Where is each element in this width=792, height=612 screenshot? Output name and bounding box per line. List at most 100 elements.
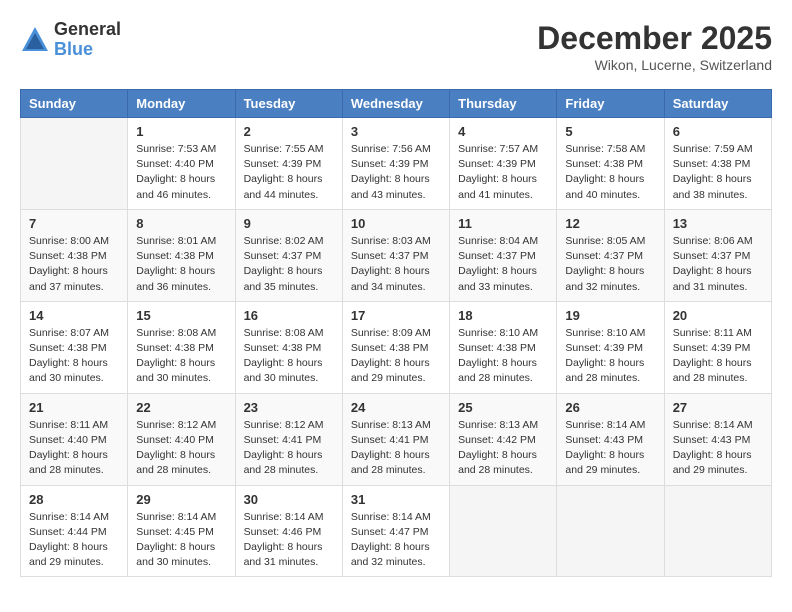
- day-number: 23: [244, 400, 334, 415]
- day-number: 25: [458, 400, 548, 415]
- calendar-week-row: 28 Sunrise: 8:14 AMSunset: 4:44 PMDayligh…: [21, 485, 772, 577]
- calendar-week-row: 14Sunrise: 8:07 AMSunset: 4:38 PMDayligh…: [21, 301, 772, 393]
- day-info: Sunrise: 8:00 AMSunset: 4:38 PMDaylight:…: [29, 234, 119, 295]
- calendar-cell: 4 Sunrise: 7:57 AMSunset: 4:39 PMDaylight…: [450, 118, 557, 210]
- day-number: 16: [244, 308, 334, 323]
- day-info: Sunrise: 8:08 AMSunset: 4:38 PMDaylight:…: [244, 326, 334, 387]
- day-info: Sunrise: 7:55 AMSunset: 4:39 PMDaylight:…: [244, 142, 334, 203]
- calendar-cell: 14Sunrise: 8:07 AMSunset: 4:38 PMDayligh…: [21, 301, 128, 393]
- weekday-header-monday: Monday: [128, 90, 235, 118]
- day-number: 15: [136, 308, 226, 323]
- day-number: 24: [351, 400, 441, 415]
- day-info: Sunrise: 7:57 AMSunset: 4:39 PMDaylight:…: [458, 142, 548, 203]
- day-info: Sunrise: 8:14 AMSunset: 4:44 PMDaylight:…: [29, 510, 119, 571]
- day-info: Sunrise: 8:11 AMSunset: 4:39 PMDaylight:…: [673, 326, 763, 387]
- calendar-cell: 22Sunrise: 8:12 AMSunset: 4:40 PMDayligh…: [128, 393, 235, 485]
- day-number: 5: [565, 124, 655, 139]
- day-info: Sunrise: 8:13 AMSunset: 4:42 PMDaylight:…: [458, 418, 548, 479]
- calendar-cell: 12Sunrise: 8:05 AMSunset: 4:37 PMDayligh…: [557, 209, 664, 301]
- calendar-cell: [450, 485, 557, 577]
- weekday-header-saturday: Saturday: [664, 90, 771, 118]
- calendar-cell: 13 Sunrise: 8:06 AMSunset: 4:37 PMDayligh…: [664, 209, 771, 301]
- calendar-cell: 2Sunrise: 7:55 AMSunset: 4:39 PMDaylight…: [235, 118, 342, 210]
- weekday-header-tuesday: Tuesday: [235, 90, 342, 118]
- day-info: Sunrise: 8:01 AMSunset: 4:38 PMDaylight:…: [136, 234, 226, 295]
- calendar-cell: 11 Sunrise: 8:04 AMSunset: 4:37 PMDayligh…: [450, 209, 557, 301]
- calendar-cell: 21 Sunrise: 8:11 AMSunset: 4:40 PMDayligh…: [21, 393, 128, 485]
- calendar-cell: 18 Sunrise: 8:10 AMSunset: 4:38 PMDayligh…: [450, 301, 557, 393]
- calendar-cell: 28 Sunrise: 8:14 AMSunset: 4:44 PMDayligh…: [21, 485, 128, 577]
- day-info: Sunrise: 8:14 AMSunset: 4:43 PMDaylight:…: [565, 418, 655, 479]
- calendar-cell: 25 Sunrise: 8:13 AMSunset: 4:42 PMDayligh…: [450, 393, 557, 485]
- day-number: 11: [458, 216, 548, 231]
- day-info: Sunrise: 8:06 AMSunset: 4:37 PMDaylight:…: [673, 234, 763, 295]
- calendar-cell: 7 Sunrise: 8:00 AMSunset: 4:38 PMDaylight…: [21, 209, 128, 301]
- calendar-cell: 29 Sunrise: 8:14 AMSunset: 4:45 PMDayligh…: [128, 485, 235, 577]
- day-info: Sunrise: 8:09 AMSunset: 4:38 PMDaylight:…: [351, 326, 441, 387]
- day-info: Sunrise: 7:58 AMSunset: 4:38 PMDaylight:…: [565, 142, 655, 203]
- day-number: 26: [565, 400, 655, 415]
- calendar-cell: 5 Sunrise: 7:58 AMSunset: 4:38 PMDaylight…: [557, 118, 664, 210]
- calendar-cell: [664, 485, 771, 577]
- day-info: Sunrise: 8:07 AMSunset: 4:38 PMDaylight:…: [29, 326, 119, 387]
- calendar-week-row: 21 Sunrise: 8:11 AMSunset: 4:40 PMDayligh…: [21, 393, 772, 485]
- logo-general-text: General: [54, 20, 121, 40]
- day-number: 18: [458, 308, 548, 323]
- calendar-cell: 9Sunrise: 8:02 AMSunset: 4:37 PMDaylight…: [235, 209, 342, 301]
- day-number: 28: [29, 492, 119, 507]
- weekday-header-sunday: Sunday: [21, 90, 128, 118]
- calendar-cell: 10Sunrise: 8:03 AMSunset: 4:37 PMDayligh…: [342, 209, 449, 301]
- day-info: Sunrise: 8:14 AMSunset: 4:46 PMDaylight:…: [244, 510, 334, 571]
- title-block: December 2025 Wikon, Lucerne, Switzerlan…: [537, 20, 772, 73]
- day-info: Sunrise: 8:03 AMSunset: 4:37 PMDaylight:…: [351, 234, 441, 295]
- day-number: 21: [29, 400, 119, 415]
- day-info: Sunrise: 8:08 AMSunset: 4:38 PMDaylight:…: [136, 326, 226, 387]
- calendar-week-row: 1 Sunrise: 7:53 AMSunset: 4:40 PMDaylight…: [21, 118, 772, 210]
- logo-blue-text: Blue: [54, 40, 121, 60]
- calendar-cell: 8Sunrise: 8:01 AMSunset: 4:38 PMDaylight…: [128, 209, 235, 301]
- calendar-cell: 3 Sunrise: 7:56 AMSunset: 4:39 PMDaylight…: [342, 118, 449, 210]
- calendar-cell: 20Sunrise: 8:11 AMSunset: 4:39 PMDayligh…: [664, 301, 771, 393]
- weekday-header-wednesday: Wednesday: [342, 90, 449, 118]
- calendar-cell: [21, 118, 128, 210]
- day-number: 4: [458, 124, 548, 139]
- day-number: 31: [351, 492, 441, 507]
- calendar-cell: [557, 485, 664, 577]
- page-header: General Blue December 2025 Wikon, Lucern…: [20, 20, 772, 73]
- day-info: Sunrise: 8:10 AMSunset: 4:39 PMDaylight:…: [565, 326, 655, 387]
- day-number: 13: [673, 216, 763, 231]
- calendar-table: SundayMondayTuesdayWednesdayThursdayFrid…: [20, 89, 772, 577]
- calendar-cell: 30Sunrise: 8:14 AMSunset: 4:46 PMDayligh…: [235, 485, 342, 577]
- day-info: Sunrise: 7:59 AMSunset: 4:38 PMDaylight:…: [673, 142, 763, 203]
- day-number: 1: [136, 124, 226, 139]
- location-subtitle: Wikon, Lucerne, Switzerland: [537, 57, 772, 73]
- calendar-cell: 31 Sunrise: 8:14 AMSunset: 4:47 PMDayligh…: [342, 485, 449, 577]
- calendar-cell: 15 Sunrise: 8:08 AMSunset: 4:38 PMDayligh…: [128, 301, 235, 393]
- day-number: 29: [136, 492, 226, 507]
- day-number: 27: [673, 400, 763, 415]
- day-number: 19: [565, 308, 655, 323]
- month-title: December 2025: [537, 20, 772, 57]
- day-info: Sunrise: 8:12 AMSunset: 4:41 PMDaylight:…: [244, 418, 334, 479]
- day-number: 7: [29, 216, 119, 231]
- calendar-cell: 6 Sunrise: 7:59 AMSunset: 4:38 PMDaylight…: [664, 118, 771, 210]
- day-number: 12: [565, 216, 655, 231]
- day-info: Sunrise: 8:11 AMSunset: 4:40 PMDaylight:…: [29, 418, 119, 479]
- day-number: 22: [136, 400, 226, 415]
- day-info: Sunrise: 8:14 AMSunset: 4:45 PMDaylight:…: [136, 510, 226, 571]
- weekday-header-friday: Friday: [557, 90, 664, 118]
- day-info: Sunrise: 8:13 AMSunset: 4:41 PMDaylight:…: [351, 418, 441, 479]
- day-number: 9: [244, 216, 334, 231]
- day-number: 3: [351, 124, 441, 139]
- day-info: Sunrise: 8:14 AMSunset: 4:47 PMDaylight:…: [351, 510, 441, 571]
- calendar-cell: 27Sunrise: 8:14 AMSunset: 4:43 PMDayligh…: [664, 393, 771, 485]
- calendar-week-row: 7 Sunrise: 8:00 AMSunset: 4:38 PMDaylight…: [21, 209, 772, 301]
- day-info: Sunrise: 7:56 AMSunset: 4:39 PMDaylight:…: [351, 142, 441, 203]
- day-info: Sunrise: 7:53 AMSunset: 4:40 PMDaylight:…: [136, 142, 226, 203]
- calendar-cell: 23 Sunrise: 8:12 AMSunset: 4:41 PMDayligh…: [235, 393, 342, 485]
- logo: General Blue: [20, 20, 121, 60]
- day-info: Sunrise: 8:10 AMSunset: 4:38 PMDaylight:…: [458, 326, 548, 387]
- day-info: Sunrise: 8:04 AMSunset: 4:37 PMDaylight:…: [458, 234, 548, 295]
- day-number: 6: [673, 124, 763, 139]
- calendar-cell: 1 Sunrise: 7:53 AMSunset: 4:40 PMDaylight…: [128, 118, 235, 210]
